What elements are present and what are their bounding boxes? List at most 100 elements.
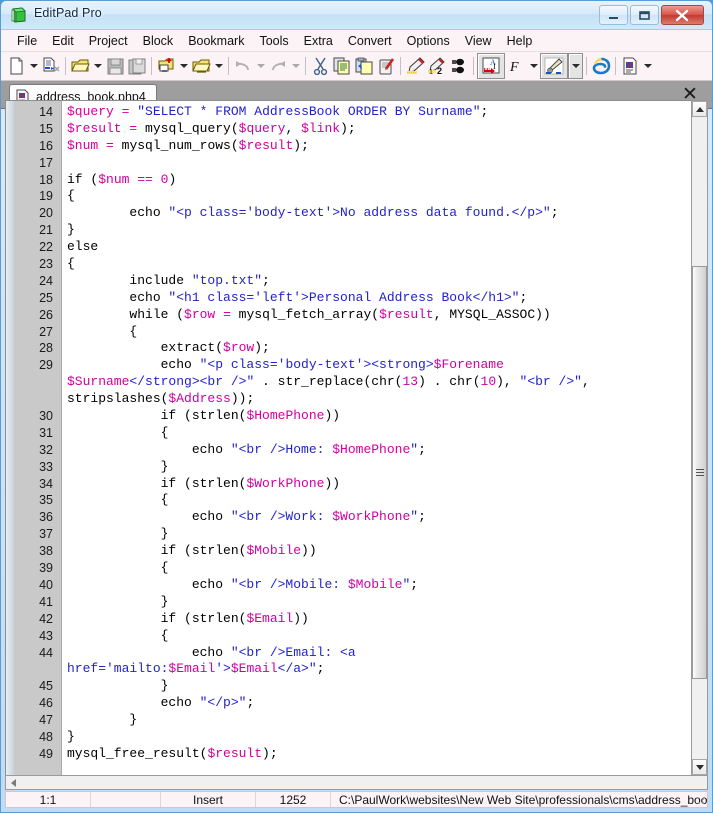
- open-file-dropdown-arrow[interactable]: [91, 54, 104, 78]
- line-number: 16: [39, 138, 53, 153]
- code-line[interactable]: 21}: [6, 222, 708, 239]
- scroll-up-button[interactable]: [692, 101, 707, 117]
- code-token: $num: [98, 171, 130, 187]
- code-line[interactable]: 15 $result = mysql_query($query, $link);: [6, 121, 708, 138]
- code-line-wrap[interactable]: stripslashes($Address));: [6, 391, 708, 408]
- code-line[interactable]: 46 echo "</p>";: [6, 695, 708, 712]
- numbered-highlight-icon[interactable]: 1 2: [426, 54, 448, 78]
- menu-item-convert[interactable]: Convert: [341, 32, 399, 50]
- menu-item-edit[interactable]: Edit: [45, 32, 81, 50]
- code-line[interactable]: 25 echo "<h1 class='left'>Personal Addre…: [6, 290, 708, 307]
- code-line[interactable]: 38 if (strlen($Mobile)): [6, 543, 708, 560]
- menu-item-bookmark[interactable]: Bookmark: [181, 32, 251, 50]
- save-all-icon[interactable]: [126, 54, 148, 78]
- code-line[interactable]: 27 {: [6, 324, 708, 341]
- code-line[interactable]: 31 {: [6, 425, 708, 442]
- bookmarks-icon[interactable]: [448, 54, 470, 78]
- font-icon[interactable]: F: [505, 54, 527, 78]
- code-line[interactable]: 28 extract($row);: [6, 340, 708, 357]
- status-codepage[interactable]: 1252: [256, 792, 331, 807]
- code-line[interactable]: 22 else: [6, 239, 708, 256]
- new-file-icon[interactable]: [5, 54, 27, 78]
- code-line[interactable]: 24 include "top.txt";: [6, 273, 708, 290]
- code-line[interactable]: 45 }: [6, 678, 708, 695]
- code-text[interactable]: 14 $query = "SELECT * FROM AddressBook OR…: [6, 101, 708, 775]
- scroll-left-button[interactable]: [6, 776, 21, 789]
- menu-item-options[interactable]: Options: [400, 32, 457, 50]
- code-line[interactable]: 36 echo "<br />Work: $WorkPhone";: [6, 509, 708, 526]
- code-line[interactable]: 19 {: [6, 188, 708, 205]
- highlight-icon[interactable]: [404, 54, 426, 78]
- toolbar-separator: [400, 57, 401, 75]
- code-line[interactable]: 49 mysql_free_result($result);: [6, 746, 708, 763]
- font-dropdown-arrow[interactable]: [527, 54, 540, 78]
- find-replace-icon[interactable]: A I: [477, 53, 505, 79]
- code-line[interactable]: 34 if (strlen($WorkPhone)): [6, 476, 708, 493]
- print-dropdown-arrow[interactable]: [641, 54, 654, 78]
- code-line[interactable]: 42 if (strlen($Email)): [6, 611, 708, 628]
- close-button[interactable]: [661, 5, 704, 25]
- new-project-icon[interactable]: [155, 54, 177, 78]
- scroll-down-button[interactable]: [692, 759, 707, 775]
- undo-icon[interactable]: [232, 54, 254, 78]
- code-line[interactable]: 40 echo "<br />Mobile: $Mobile";: [6, 577, 708, 594]
- new-project-dropdown-arrow[interactable]: [177, 54, 190, 78]
- menu-item-file[interactable]: File: [10, 32, 44, 50]
- editor-area[interactable]: 14 $query = "SELECT * FROM AddressBook OR…: [5, 100, 708, 776]
- code-line[interactable]: 41 }: [6, 594, 708, 611]
- syntax-color-icon[interactable]: [540, 53, 568, 79]
- menu-item-block[interactable]: Block: [136, 32, 181, 50]
- code-line[interactable]: 48}: [6, 729, 708, 746]
- code-line[interactable]: 30 if (strlen($HomePhone)): [6, 408, 708, 425]
- menu-item-view[interactable]: View: [458, 32, 499, 50]
- undo-dropdown-arrow[interactable]: [254, 54, 267, 78]
- code-line[interactable]: 44 echo "<br />Email: <a: [6, 645, 708, 662]
- minimize-button[interactable]: [599, 5, 628, 25]
- menu-item-help[interactable]: Help: [500, 32, 540, 50]
- vertical-scrollbar[interactable]: [691, 100, 708, 776]
- code-line[interactable]: 18 if ($num == 0): [6, 172, 708, 189]
- redo-icon[interactable]: [267, 54, 289, 78]
- browser-preview-icon[interactable]: [590, 54, 612, 78]
- open-project-dropdown-arrow[interactable]: [212, 54, 225, 78]
- menu-item-project[interactable]: Project: [82, 32, 135, 50]
- new-file-dropdown-arrow[interactable]: [27, 54, 40, 78]
- open-project-icon[interactable]: [190, 54, 212, 78]
- open-file-icon[interactable]: [69, 54, 91, 78]
- code-line[interactable]: 14 $query = "SELECT * FROM AddressBook OR…: [6, 104, 708, 121]
- code-line[interactable]: 39 {: [6, 560, 708, 577]
- print-icon[interactable]: [619, 54, 641, 78]
- copy-icon[interactable]: [331, 54, 353, 78]
- code-line[interactable]: 29 echo "<p class='body-text'><strong>$F…: [6, 357, 708, 374]
- menu-item-extra[interactable]: Extra: [297, 32, 340, 50]
- redo-dropdown-arrow[interactable]: [289, 54, 302, 78]
- cut-icon[interactable]: [309, 54, 331, 78]
- resize-grip-icon[interactable]: [695, 795, 705, 805]
- code-line-wrap[interactable]: $Surname</strong><br />" . str_replace(c…: [6, 374, 708, 391]
- paste-icon[interactable]: [353, 54, 375, 78]
- status-insert-mode[interactable]: Insert: [161, 792, 256, 807]
- code-line[interactable]: 35 {: [6, 492, 708, 509]
- code-line[interactable]: 16 $num = mysql_num_rows($result);: [6, 138, 708, 155]
- code-line-wrap[interactable]: href='mailto:$Email'>$Email</a>";: [6, 661, 708, 678]
- code-line[interactable]: 23 {: [6, 256, 708, 273]
- maximize-button[interactable]: [630, 5, 659, 25]
- code-line[interactable]: 20 echo "<p class='body-text'>No address…: [6, 205, 708, 222]
- code-line[interactable]: 33 }: [6, 459, 708, 476]
- code-line[interactable]: 47 }: [6, 712, 708, 729]
- save-file-icon[interactable]: [104, 54, 126, 78]
- vertical-scrollbar-thumb[interactable]: [692, 266, 707, 679]
- code-line[interactable]: 32 echo "<br />Home: $HomePhone";: [6, 442, 708, 459]
- syntax-color-dropdown-arrow[interactable]: [568, 53, 583, 79]
- scrollbar-grip-icon: [696, 468, 704, 477]
- code-line[interactable]: 43 {: [6, 628, 708, 645]
- new-from-template-icon[interactable]: [40, 54, 62, 78]
- toolbar-separator: [615, 57, 616, 75]
- code-token: while (: [67, 306, 185, 322]
- code-line[interactable]: 26 while ($row = mysql_fetch_array($resu…: [6, 307, 708, 324]
- code-line[interactable]: 17: [6, 155, 708, 172]
- delete-icon[interactable]: [375, 54, 397, 78]
- menu-item-tools[interactable]: Tools: [252, 32, 295, 50]
- code-line[interactable]: 37 }: [6, 526, 708, 543]
- horizontal-scrollbar[interactable]: [5, 775, 708, 790]
